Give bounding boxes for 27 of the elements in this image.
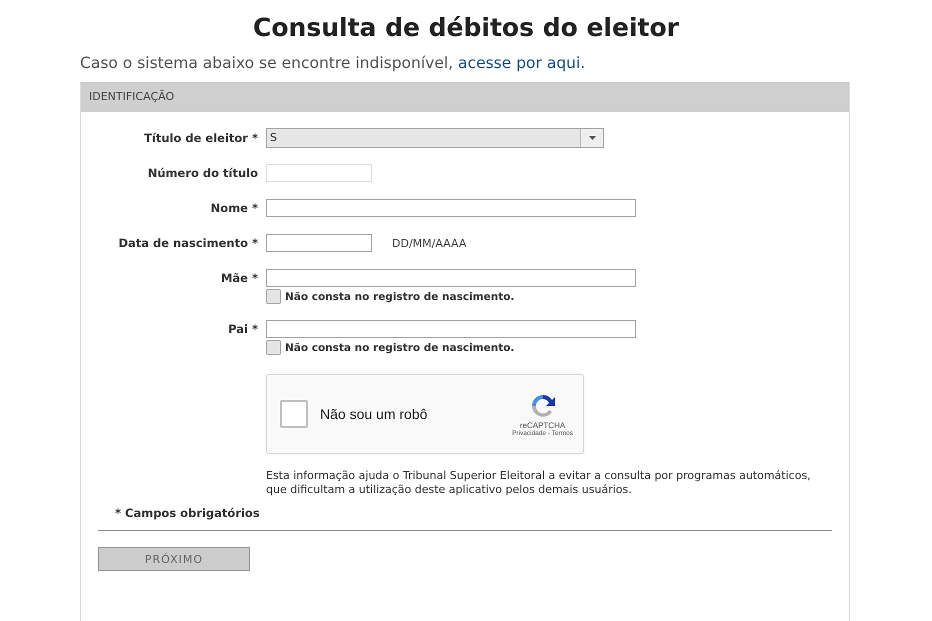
- checkbox[interactable]: [266, 340, 281, 355]
- checkbox[interactable]: [266, 289, 281, 304]
- format-hint: DD/MM/AAAA: [392, 236, 466, 250]
- caret-icon: [588, 136, 596, 140]
- alternate-link[interactable]: acesse por aqui.: [458, 54, 586, 72]
- field-label: Data de nascimento *: [117, 235, 259, 252]
- section-header: IDENTIFICAÇÃO: [81, 82, 849, 112]
- select-field[interactable]: S: [266, 128, 604, 148]
- input-field[interactable]: [266, 199, 636, 217]
- info-text: Esta informação ajuda o Tribunal Superior Eleitoral a evitar a consulta por programas automáticos, que dificultam a utilização deste aplicativo pelos demais usuários.: [266, 469, 812, 497]
- checkbox-label: Não consta no registro de nascimento.: [285, 342, 514, 354]
- field-label: Pai *: [227, 321, 259, 338]
- field-label: Título de eleitor *: [143, 130, 259, 147]
- field-label: Número do título: [146, 165, 259, 182]
- checkbox-label: Não consta no registro de nascimento.: [285, 290, 514, 302]
- captcha-checkbox[interactable]: [280, 400, 308, 428]
- input-field[interactable]: [266, 269, 636, 287]
- notice-text: Caso o sistema abaixo se encontre indisponível, acesse por aqui.: [80, 54, 586, 72]
- date-field[interactable]: [266, 234, 372, 252]
- required-note: * Campos obrigatórios: [115, 506, 261, 520]
- field-label: Mãe *: [220, 270, 259, 287]
- field-label: Nome *: [210, 200, 259, 217]
- next-button[interactable]: PRÓXIMO: [98, 547, 250, 571]
- captcha-brand: reCAPTCHA: [520, 421, 566, 430]
- page-title: Consulta de débitos do eleitor: [252, 12, 680, 44]
- captcha-label: Não sou um robô: [320, 406, 428, 422]
- input-field[interactable]: [266, 320, 636, 338]
